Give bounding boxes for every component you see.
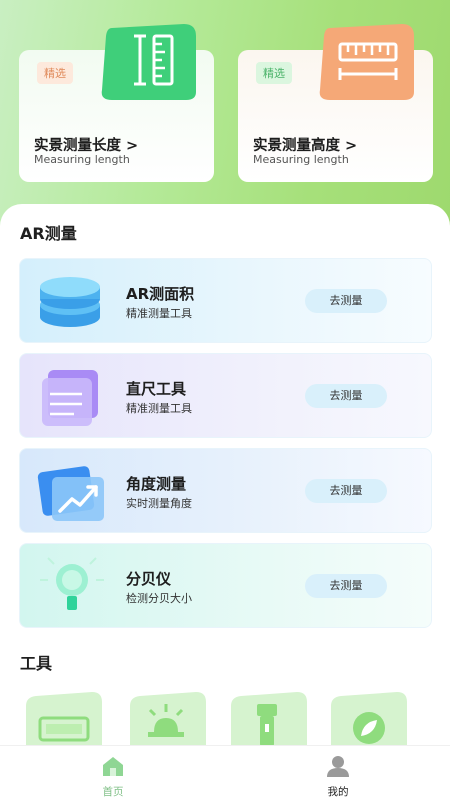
ar-section-title: AR测量 <box>20 224 77 243</box>
card-subtitle: Measuring length <box>253 153 349 166</box>
item-name: 直尺工具 <box>126 380 187 398</box>
bulb-decibel-icon <box>40 557 104 610</box>
ar-area-item[interactable]: AR测面积 精准测量工具 去测量 <box>19 258 432 343</box>
nav-home[interactable]: 首页 <box>73 746 153 800</box>
go-measure-button[interactable]: 去测量 <box>305 384 387 408</box>
decibel-meter-item[interactable]: 分贝仪 检测分贝大小 去测量 <box>19 543 432 628</box>
tools-section-title: 工具 <box>20 654 53 673</box>
featured-badge: 精选 <box>256 62 292 84</box>
ruler-icon <box>101 24 196 100</box>
nav-home-label: 首页 <box>102 786 124 798</box>
go-measure-button[interactable]: 去测量 <box>305 289 387 313</box>
height-ruler-icon <box>319 24 414 100</box>
card-subtitle: Measuring length <box>34 153 130 166</box>
item-desc: 检测分贝大小 <box>126 592 192 605</box>
go-measure-button[interactable]: 去测量 <box>305 574 387 598</box>
flashlight-icon[interactable] <box>227 690 307 750</box>
leaf-icon[interactable] <box>327 690 407 750</box>
ruler-doc-icon <box>42 370 98 426</box>
item-name: 分贝仪 <box>126 570 172 588</box>
item-desc: 精准测量工具 <box>126 402 192 415</box>
home-icon <box>103 757 123 776</box>
alarm-light-icon[interactable] <box>126 690 206 750</box>
nav-mine-label: 我的 <box>327 786 349 798</box>
angle-measure-item[interactable]: 角度测量 实时测量角度 去测量 <box>19 448 432 533</box>
item-name: 角度测量 <box>126 475 187 493</box>
area-stack-icon <box>40 277 100 327</box>
bottom-navigation: 首页 我的 <box>0 745 450 800</box>
item-name: AR测面积 <box>126 285 195 303</box>
item-desc: 实时测量角度 <box>126 497 192 510</box>
user-icon <box>327 756 349 777</box>
card-title: 实景测量高度 > <box>253 138 358 154</box>
nav-mine[interactable]: 我的 <box>298 746 378 800</box>
featured-badge: 精选 <box>37 62 73 84</box>
go-measure-button[interactable]: 去测量 <box>305 479 387 503</box>
battery-icon[interactable] <box>22 690 102 750</box>
card-title: 实景测量长度 > <box>34 138 139 154</box>
ruler-tool-item[interactable]: 直尺工具 精准测量工具 去测量 <box>19 353 432 438</box>
angle-chart-icon <box>37 466 104 521</box>
item-desc: 精准测量工具 <box>126 307 192 320</box>
